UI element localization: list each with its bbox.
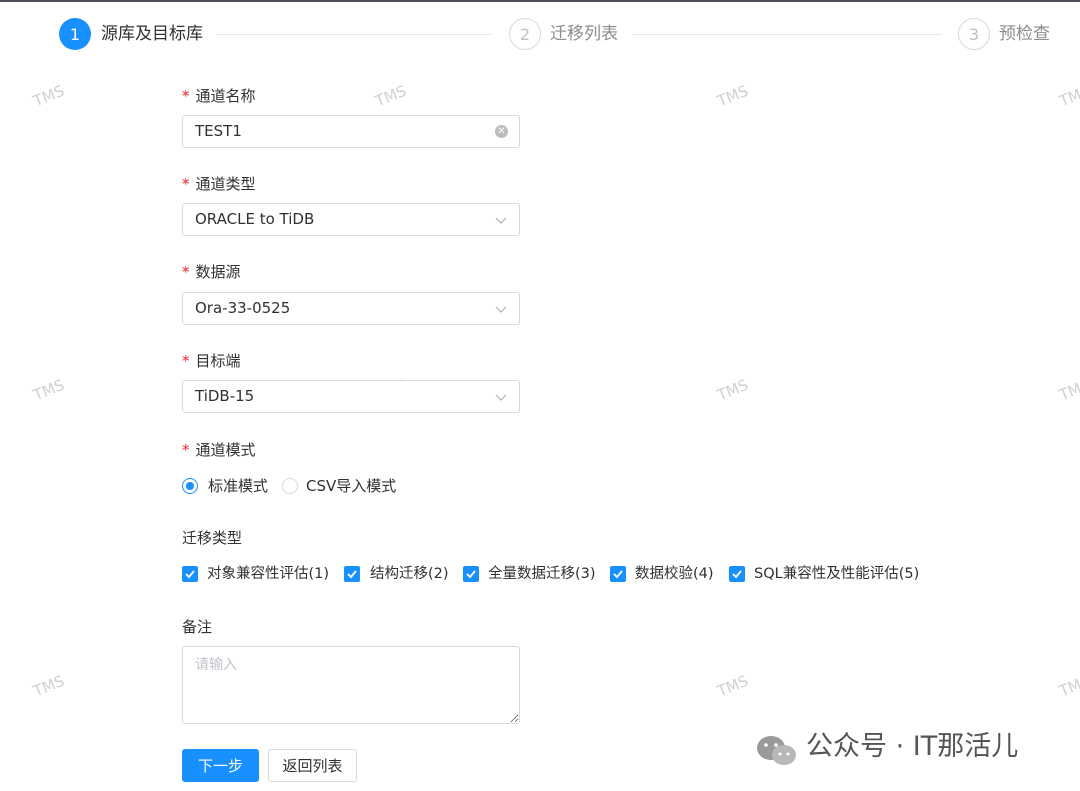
checkbox-sql-compat-perf[interactable] <box>729 566 745 582</box>
back-to-list-button[interactable]: 返回列表 <box>268 749 357 782</box>
wechat-icon <box>757 736 796 765</box>
remark-textarea[interactable] <box>182 646 520 724</box>
top-border <box>0 0 1080 2</box>
channel-name-input[interactable]: TEST1 ✕ <box>182 115 520 148</box>
checkbox-data-verification[interactable] <box>610 566 626 582</box>
radio-standard-mode-label[interactable]: 标准模式 <box>208 476 268 496</box>
watermark: TMS <box>30 671 67 701</box>
watermark: TMS <box>714 671 751 701</box>
footer-watermark-text: 公众号 · IT那活儿 <box>806 731 1019 762</box>
watermark: TMS <box>1056 375 1080 405</box>
channel-type-label: * 通道类型 <box>182 174 256 194</box>
data-source-label-text: 数据源 <box>195 263 241 281</box>
radio-csv-mode-label[interactable]: CSV导入模式 <box>306 476 396 496</box>
channel-name-label: * 通道名称 <box>182 86 256 106</box>
next-step-button[interactable]: 下一步 <box>182 749 259 782</box>
checkmark-icon <box>613 570 623 579</box>
checkbox-structure-migration[interactable] <box>344 566 360 582</box>
watermark: TMS <box>714 81 751 111</box>
watermark: TMS <box>30 81 67 111</box>
step-2-number: 2 <box>509 18 541 50</box>
checkbox-sql-compat-perf-label[interactable]: SQL兼容性及性能评估(5) <box>754 564 919 584</box>
step-1-title: 源库及目标库 <box>101 24 203 44</box>
channel-name-value: TEST1 <box>195 122 242 140</box>
chevron-down-icon <box>495 306 507 313</box>
watermark: TMS <box>372 81 409 111</box>
checkmark-icon <box>732 570 742 579</box>
target-label: * 目标端 <box>182 351 241 371</box>
step-connector-1 <box>216 34 492 35</box>
required-mark: * <box>182 263 190 281</box>
chevron-down-icon <box>495 394 507 401</box>
chevron-down-icon <box>495 217 507 224</box>
data-source-label: * 数据源 <box>182 262 241 282</box>
required-mark: * <box>182 441 190 459</box>
step-3-title: 预检查 <box>999 24 1050 44</box>
watermark: TMS <box>1056 671 1080 701</box>
radio-csv-mode[interactable] <box>282 478 298 494</box>
radio-standard-mode[interactable] <box>182 478 198 494</box>
checkbox-object-compat-label[interactable]: 对象兼容性评估(1) <box>207 564 329 584</box>
target-value: TiDB-15 <box>195 387 255 405</box>
data-source-select[interactable]: Ora-33-0525 <box>182 292 520 325</box>
step-1-number: 1 <box>59 18 91 50</box>
required-mark: * <box>182 87 190 105</box>
step-3-number: 3 <box>958 18 990 50</box>
checkbox-full-data-migration[interactable] <box>463 566 479 582</box>
checkmark-icon <box>347 570 357 579</box>
checkmark-icon <box>185 570 195 579</box>
clear-circle-icon[interactable]: ✕ <box>495 125 508 138</box>
checkbox-full-data-migration-label[interactable]: 全量数据迁移(3) <box>488 564 596 584</box>
steps-bar: 1 源库及目标库 2 迁移列表 3 预检查 <box>0 18 1080 54</box>
checkbox-structure-migration-label[interactable]: 结构迁移(2) <box>370 564 449 584</box>
checkbox-data-verification-label[interactable]: 数据校验(4) <box>635 564 714 584</box>
target-select[interactable]: TiDB-15 <box>182 380 520 413</box>
migration-type-label: 迁移类型 <box>182 529 243 547</box>
data-source-value: Ora-33-0525 <box>195 299 291 317</box>
channel-type-value: ORACLE to TiDB <box>195 210 315 228</box>
channel-type-select[interactable]: ORACLE to TiDB <box>182 203 520 236</box>
watermark: TMS <box>30 375 67 405</box>
required-mark: * <box>182 352 190 370</box>
target-label-text: 目标端 <box>195 352 241 370</box>
checkmark-icon <box>466 570 476 579</box>
channel-mode-label-text: 通道模式 <box>195 441 256 459</box>
channel-mode-label: * 通道模式 <box>182 440 256 460</box>
checkbox-object-compat[interactable] <box>182 566 198 582</box>
remark-label: 备注 <box>182 618 213 636</box>
step-connector-2 <box>632 34 942 35</box>
step-2-title: 迁移列表 <box>550 24 618 44</box>
channel-type-label-text: 通道类型 <box>195 175 256 193</box>
channel-name-label-text: 通道名称 <box>195 87 256 105</box>
watermark: TMS <box>1056 81 1080 111</box>
watermark: TMS <box>714 375 751 405</box>
required-mark: * <box>182 175 190 193</box>
migration-type-checkbox-group: 对象兼容性评估(1) 结构迁移(2) 全量数据迁移(3) 数据校验(4) SQL… <box>182 564 942 584</box>
